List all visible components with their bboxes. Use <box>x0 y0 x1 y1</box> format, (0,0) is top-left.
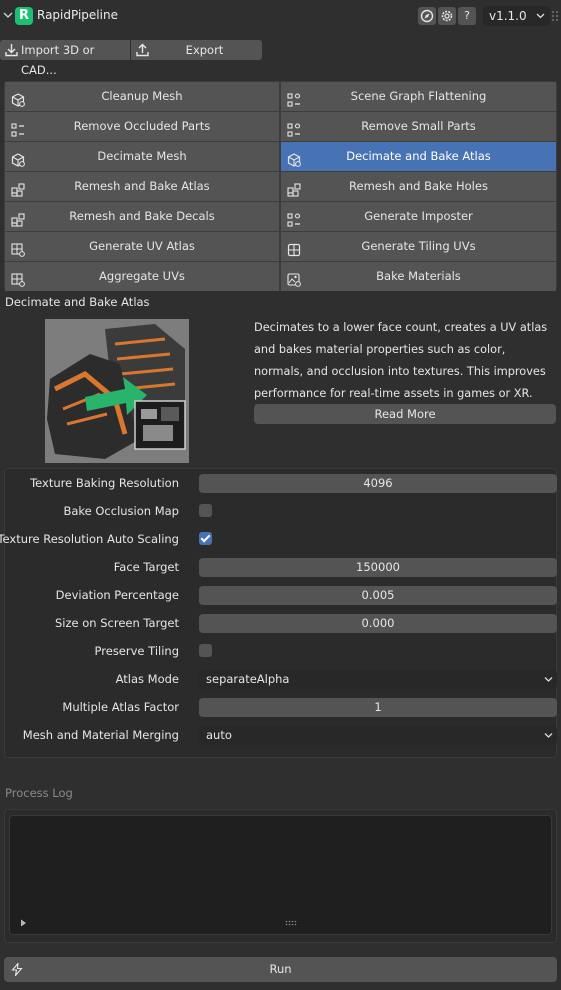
upload-icon <box>136 43 149 57</box>
tool-button-remesh-and-bake-decals[interactable]: Remesh and Bake Decals <box>5 202 279 231</box>
deviation-percentage-field[interactable]: 0.005 <box>199 586 557 605</box>
version-dropdown[interactable]: v1.1.0 <box>483 6 550 26</box>
blocks-icon <box>11 209 25 227</box>
grid-gear-icon <box>11 269 25 287</box>
cube-gear-icon <box>11 149 25 167</box>
hierarchy-icon <box>287 89 301 107</box>
download-icon <box>5 44 18 57</box>
size-on-screen-target-label: Size on Screen Target <box>54 616 179 630</box>
chevron-down-icon <box>536 6 545 34</box>
hierarchy-icon <box>287 209 301 227</box>
texture-baking-resolution-label: Texture Baking Resolution <box>30 476 179 490</box>
image-gear-icon <box>287 269 301 287</box>
hierarchy-icon <box>287 119 301 137</box>
cube-gear-icon <box>11 89 25 107</box>
export-label: Export <box>185 43 224 57</box>
tool-button-remove-occluded-parts[interactable]: Remove Occluded Parts <box>5 112 279 141</box>
drag-handle-icon[interactable] <box>551 10 559 23</box>
lightning-icon <box>11 963 23 976</box>
gear-icon[interactable] <box>438 7 456 25</box>
read-more-button[interactable]: Read More <box>254 404 556 424</box>
preserve-tiling-checkbox[interactable] <box>199 644 212 657</box>
resize-grip-icon[interactable] <box>285 919 297 929</box>
tool-button-label: Remesh and Bake Atlas <box>74 179 210 193</box>
bake-occlusion-map-checkbox[interactable] <box>199 504 212 517</box>
tool-button-remove-small-parts[interactable]: Remove Small Parts <box>281 112 556 141</box>
app-logo-icon: R <box>15 7 33 25</box>
preserve-tiling-label: Preserve Tiling <box>94 644 179 658</box>
collapse-chevron-icon[interactable] <box>3 8 15 22</box>
tool-button-decimate-mesh[interactable]: Decimate Mesh <box>5 142 279 171</box>
tool-button-generate-uv-atlas[interactable]: Generate UV Atlas <box>5 232 279 261</box>
tool-button-label: Bake Materials <box>376 269 461 283</box>
chevron-down-icon <box>544 670 553 697</box>
tools-grid: Cleanup Mesh Scene Graph Flattening Remove… <box>4 81 557 291</box>
blocks-icon <box>11 179 25 197</box>
grid-icon <box>287 239 301 257</box>
tool-button-aggregate-uvs[interactable]: Aggregate UVs <box>5 262 279 291</box>
deviation-percentage-label: Deviation Percentage <box>55 588 179 602</box>
version-label: v1.1.0 <box>489 9 527 23</box>
atlas-mode-dropdown[interactable]: separateAlpha <box>199 670 557 689</box>
settings-panel: Texture Baking Resolution 4096 Bake Occl… <box>0 468 557 758</box>
tool-button-remesh-and-bake-atlas[interactable]: Remesh and Bake Atlas <box>5 172 279 201</box>
tool-button-label: Aggregate UVs <box>99 269 185 283</box>
texture-baking-resolution-field[interactable]: 4096 <box>199 474 557 493</box>
tool-button-label: Remove Occluded Parts <box>73 119 211 133</box>
bake-occlusion-map-label: Bake Occlusion Map <box>63 504 179 518</box>
tool-preview-image <box>45 319 189 463</box>
expand-triangle-icon[interactable] <box>20 919 27 929</box>
face-target-field[interactable]: 150000 <box>199 558 557 577</box>
mesh-and-material-merging-label: Mesh and Material Merging <box>22 728 179 742</box>
tool-button-cleanup-mesh[interactable]: Cleanup Mesh <box>5 82 279 111</box>
tool-button-label: Cleanup Mesh <box>101 89 183 103</box>
tool-button-label: Scene Graph Flattening <box>350 89 487 103</box>
face-target-label: Face Target <box>113 560 179 574</box>
process-log-title: Process Log <box>5 786 73 800</box>
help-icon[interactable]: ? <box>458 7 476 25</box>
export-button[interactable]: Export <box>131 40 262 60</box>
run-label: Run <box>269 962 292 976</box>
grid-gear-icon <box>11 239 25 257</box>
section-title: Decimate and Bake Atlas <box>5 295 150 309</box>
compass-icon[interactable] <box>418 7 436 25</box>
tool-button-label: Generate Tiling UVs <box>361 239 476 253</box>
app-title: RapidPipeline <box>37 8 118 22</box>
texture-resolution-auto-scaling-label: Texture Resolution Auto Scaling <box>0 532 179 546</box>
process-log-textarea[interactable] <box>9 815 552 935</box>
tool-button-label: Generate UV Atlas <box>89 239 195 253</box>
blocks-icon <box>287 179 301 197</box>
tool-button-generate-tiling-uvs[interactable]: Generate Tiling UVs <box>281 232 556 261</box>
hierarchy-remove-icon <box>11 119 25 137</box>
tool-button-scene-graph-flattening[interactable]: Scene Graph Flattening <box>281 82 556 111</box>
run-button[interactable]: Run <box>4 957 557 982</box>
tool-button-remesh-and-bake-holes[interactable]: Remesh and Bake Holes <box>281 172 556 201</box>
mesh-and-material-merging-value: auto <box>206 728 232 742</box>
import-button[interactable]: Import 3D or CAD... <box>0 40 130 77</box>
mesh-and-material-merging-dropdown[interactable]: auto <box>199 726 557 745</box>
cube-gear-icon <box>287 149 301 167</box>
tool-button-label: Generate Imposter <box>364 209 473 223</box>
chevron-down-icon <box>544 726 553 753</box>
tool-button-bake-materials[interactable]: Bake Materials <box>281 262 556 291</box>
tool-button-generate-imposter[interactable]: Generate Imposter <box>281 202 556 231</box>
atlas-mode-label: Atlas Mode <box>115 672 179 686</box>
import-label: Import 3D or CAD... <box>21 43 95 77</box>
tool-description: Decimates to a lower face count, creates… <box>254 321 548 400</box>
atlas-mode-value: separateAlpha <box>206 672 290 686</box>
size-on-screen-target-field[interactable]: 0.000 <box>199 614 557 633</box>
multiple-atlas-factor-field[interactable]: 1 <box>199 698 557 717</box>
tool-button-label: Decimate and Bake Atlas <box>346 149 491 163</box>
texture-resolution-auto-scaling-checkbox[interactable] <box>199 532 212 545</box>
tool-button-label: Decimate Mesh <box>97 149 187 163</box>
tool-button-decimate-and-bake-atlas[interactable]: Decimate and Bake Atlas <box>281 142 556 171</box>
tool-button-label: Remesh and Bake Decals <box>69 209 215 223</box>
tool-button-label: Remove Small Parts <box>361 119 476 133</box>
tool-button-label: Remesh and Bake Holes <box>349 179 488 193</box>
multiple-atlas-factor-label: Multiple Atlas Factor <box>62 700 179 714</box>
